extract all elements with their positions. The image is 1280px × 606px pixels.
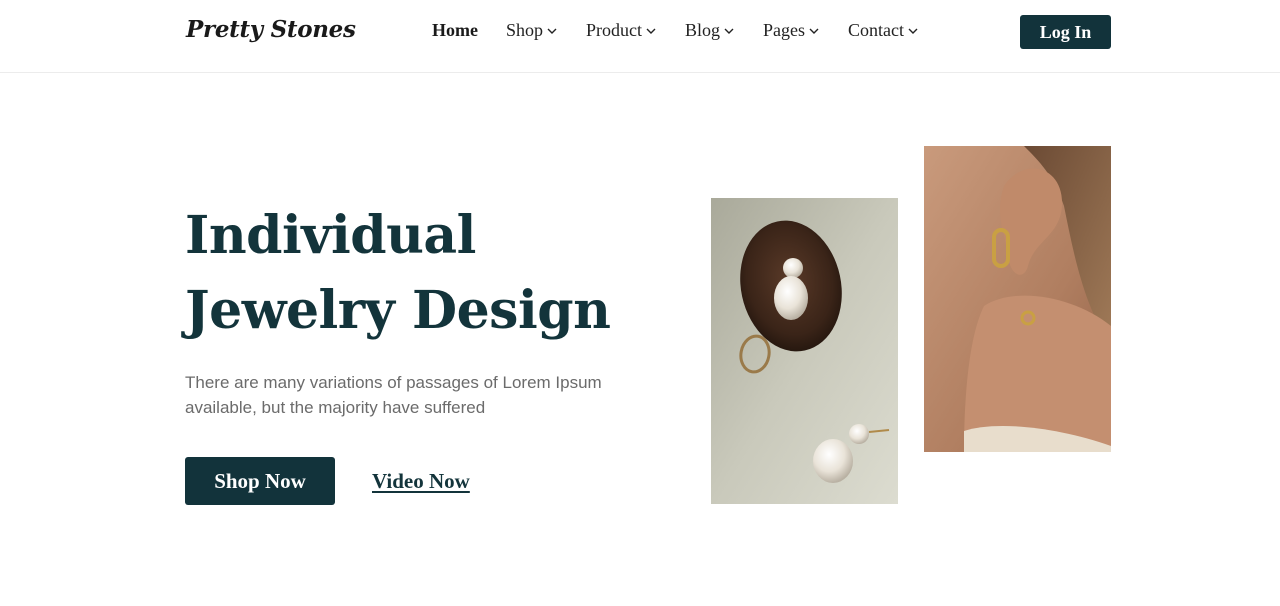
nav-item-label: Shop (505, 20, 543, 40)
nav-item-shop[interactable]: Shop (506, 20, 558, 41)
nav-item-product[interactable]: Product (586, 20, 657, 41)
hero-description: There are many variations of passages of… (185, 373, 602, 417)
login-button[interactable]: Log In (1020, 15, 1111, 49)
nav-item-pages[interactable]: Pages (763, 20, 820, 41)
nav-item-label: Product (586, 20, 642, 40)
chevron-down-icon (808, 25, 820, 37)
nav-item-home[interactable]: Home (432, 20, 478, 41)
hero-title-line-2: Jewelry Design (185, 280, 611, 341)
chevron-down-icon (907, 25, 919, 37)
nav-item-contact[interactable]: Contact (848, 20, 919, 41)
chevron-down-icon (723, 25, 735, 37)
main-nav: Home Shop Product Blog Pages Contact (432, 20, 919, 41)
nav-item-label: Pages (763, 20, 806, 40)
gold-earring-model-photo (924, 146, 1111, 452)
nav-item-label: Home (432, 20, 478, 40)
site-header: Pretty Stones Home Shop Product Blog Pag… (0, 0, 1280, 73)
video-now-link[interactable]: Video Now (372, 469, 470, 494)
hero-title: Individual Jewelry Design (185, 198, 611, 348)
hero-title-line-1: Individual (185, 205, 476, 266)
nav-item-label: Contact (848, 20, 905, 40)
chevron-down-icon (645, 25, 657, 37)
pearl-earrings-photo (711, 198, 898, 504)
brand-logo[interactable]: Pretty Stones (186, 16, 356, 43)
nav-item-label: Blog (685, 20, 721, 40)
nav-item-blog[interactable]: Blog (685, 20, 735, 41)
shop-now-button[interactable]: Shop Now (185, 457, 335, 505)
chevron-down-icon (546, 25, 558, 37)
